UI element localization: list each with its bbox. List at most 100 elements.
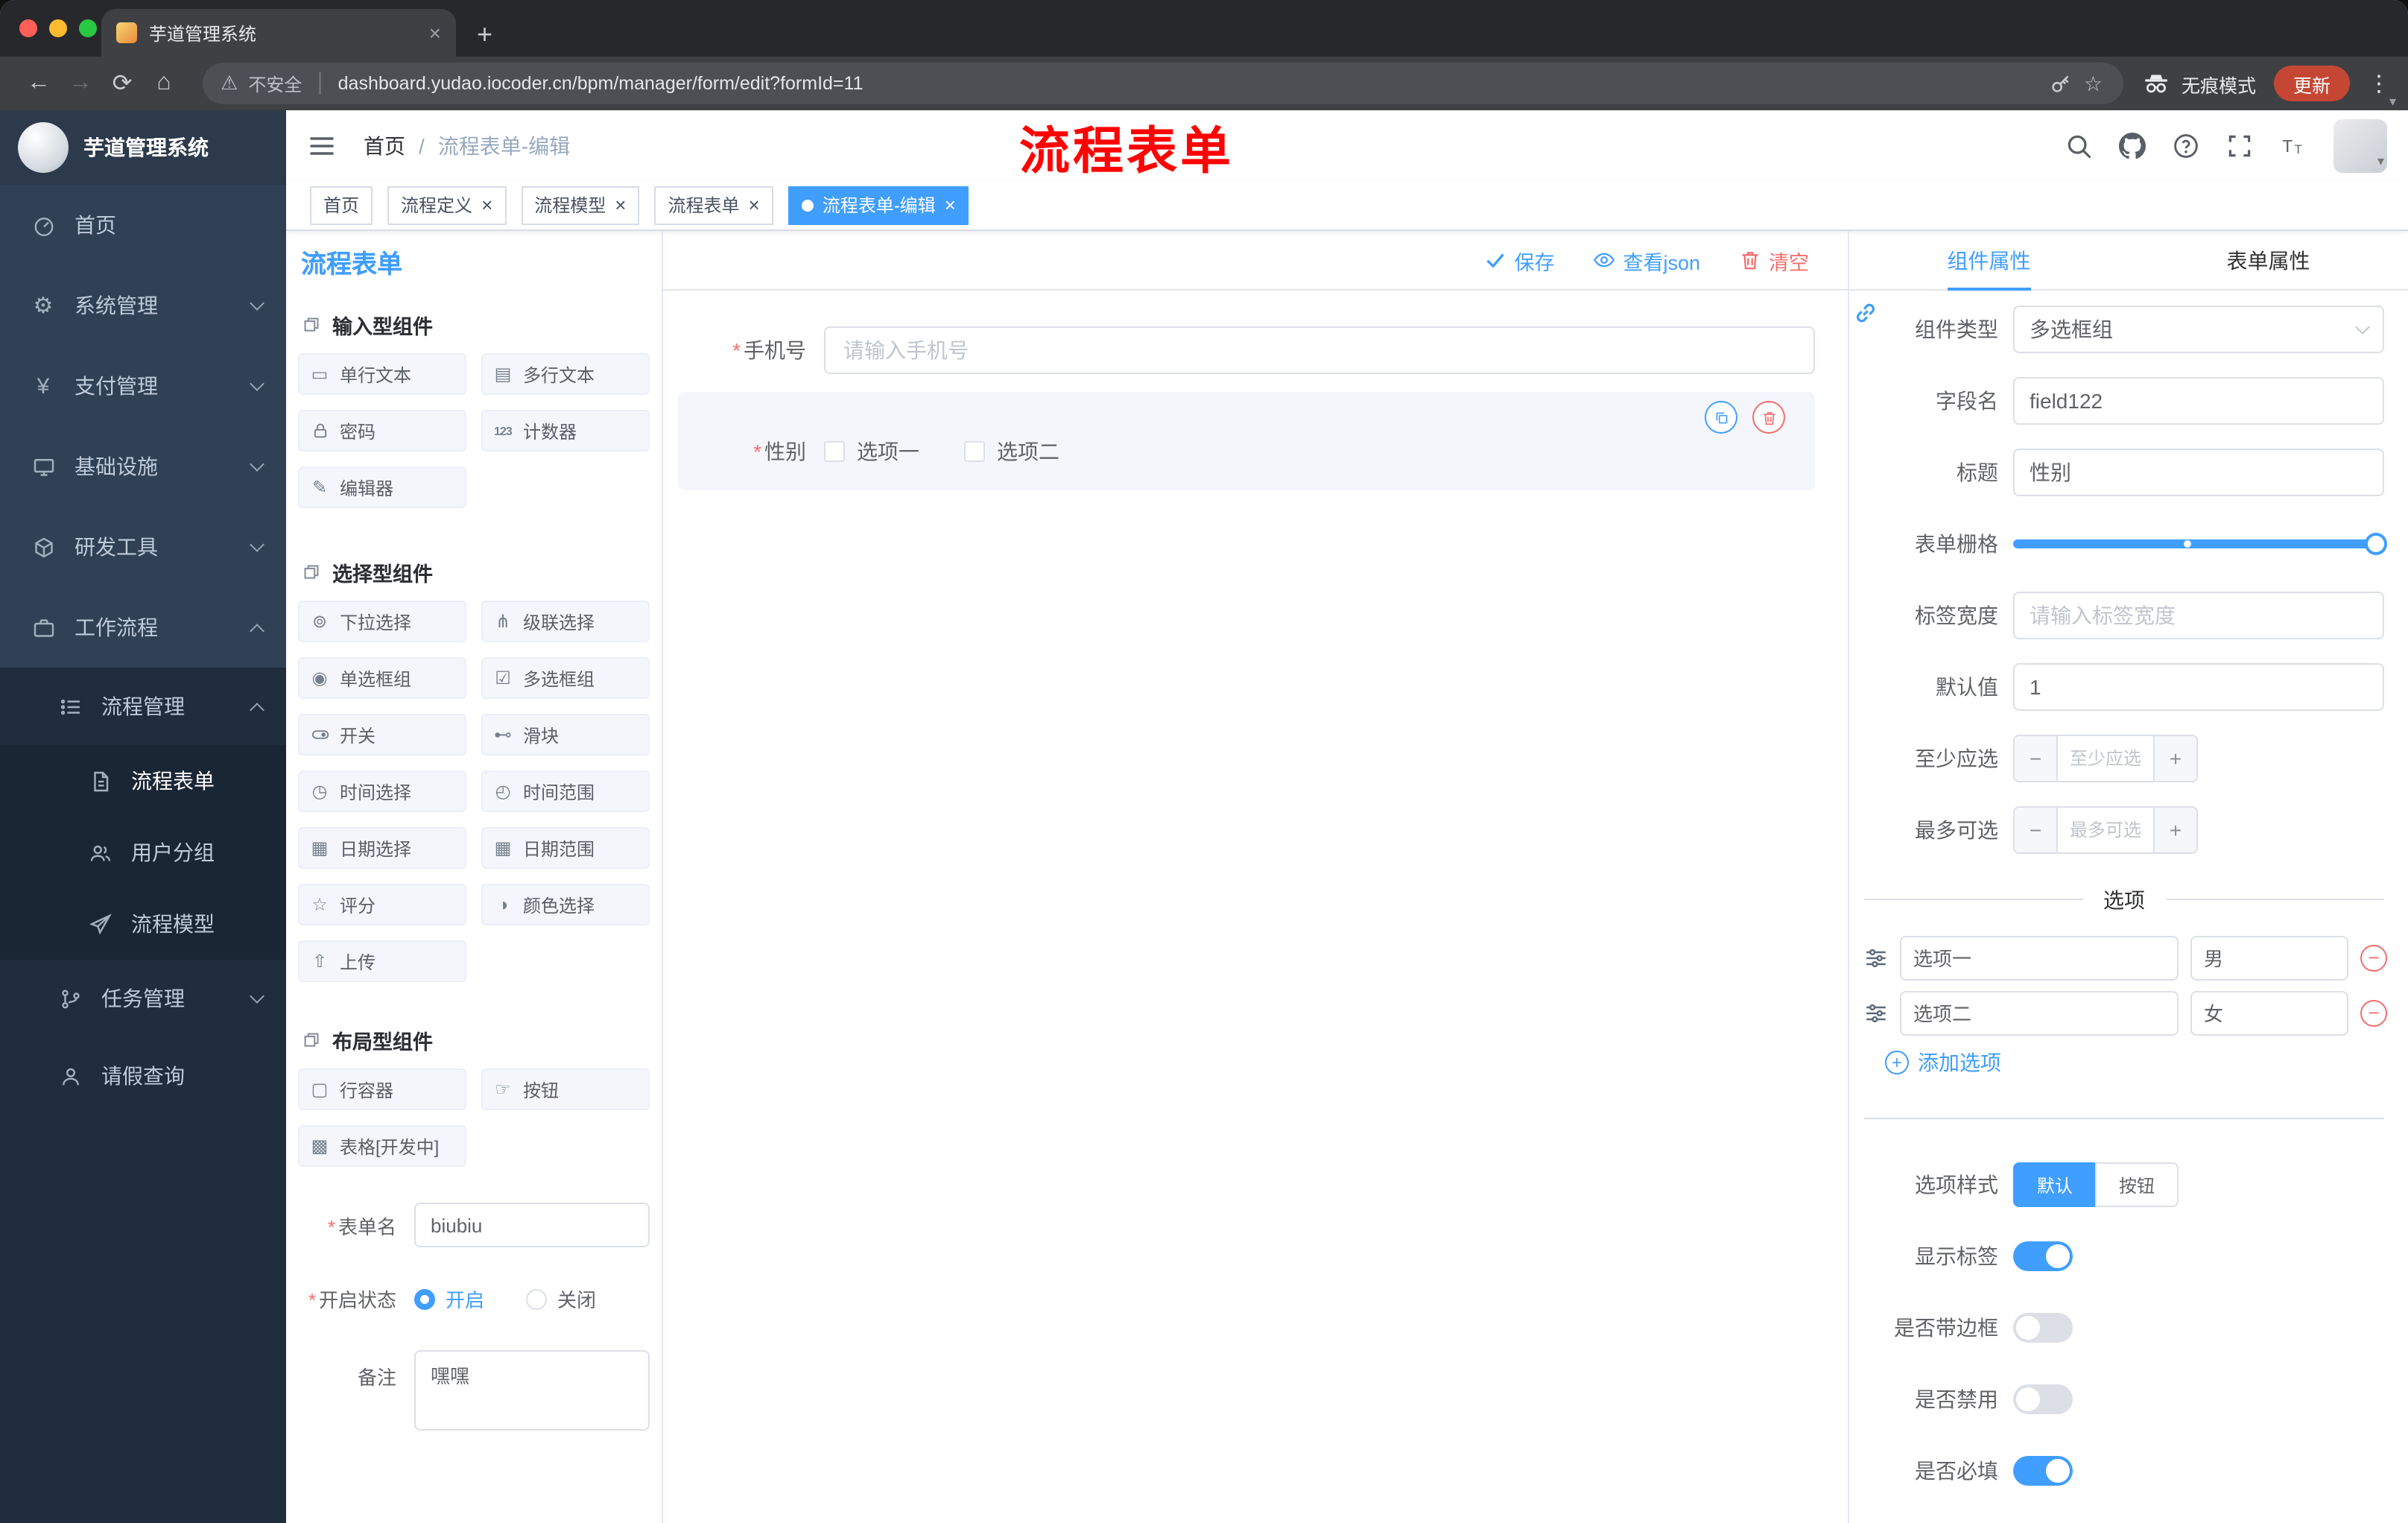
component-chip-date-picker[interactable]: ▦ 日期选择	[298, 827, 466, 869]
style-button-button[interactable]: 按钮	[2095, 1162, 2179, 1207]
component-chip-multiline[interactable]: ▤ 多行文本	[481, 353, 650, 395]
tag-close-icon[interactable]: ×	[749, 194, 760, 216]
sidebar-item-process-model[interactable]: 流程模型	[0, 888, 286, 960]
field-name-input[interactable]	[2013, 377, 2384, 425]
bookmark-star-icon[interactable]: ☆	[2084, 71, 2103, 96]
tag-process-definition[interactable]: 流程定义 ×	[387, 186, 507, 224]
sidebar-item-workflow[interactable]: 工作流程	[0, 587, 286, 668]
sidebar-item-home[interactable]: 首页	[0, 185, 286, 265]
label-width-input[interactable]	[2013, 592, 2384, 639]
tag-close-icon[interactable]: ×	[615, 194, 626, 216]
field-gender-selected[interactable]: * 性别 选项一 选项二	[678, 392, 1815, 490]
minimize-window-button[interactable]	[49, 19, 67, 37]
stepper-decrease-button[interactable]: −	[2015, 808, 2058, 852]
remove-option-button[interactable]: −	[2360, 944, 2387, 971]
option-value-input[interactable]	[2190, 990, 2348, 1035]
component-chip-time-picker[interactable]: ◷ 时间选择	[298, 770, 466, 812]
forward-button[interactable]: →	[60, 70, 101, 97]
form-grid-slider[interactable]	[2013, 520, 2387, 568]
component-chip-switch[interactable]: 开关	[298, 714, 466, 756]
sidebar-item-leave-query[interactable]: 请假查询	[0, 1037, 286, 1115]
password-key-icon[interactable]	[2050, 72, 2073, 95]
stepper-increase-button[interactable]: +	[2153, 808, 2196, 852]
breadcrumb-home[interactable]: 首页	[364, 130, 405, 160]
component-chip-table[interactable]: ▩ 表格[开发中]	[298, 1125, 466, 1167]
copy-item-button[interactable]	[1705, 401, 1737, 434]
form-remark-textarea[interactable]: 嘿嘿	[414, 1350, 650, 1431]
font-size-icon[interactable]	[2280, 132, 2307, 159]
fullscreen-icon[interactable]	[2226, 132, 2253, 159]
component-chip-button[interactable]: ☞ 按钮	[481, 1068, 650, 1110]
component-chip-row-container[interactable]: ▢ 行容器	[298, 1068, 466, 1110]
default-value-input[interactable]	[2013, 663, 2384, 711]
save-button[interactable]: 保存	[1484, 245, 1554, 275]
address-bar[interactable]: ⚠ 不安全 | dashboard.yudao.iocoder.cn/bpm/m…	[203, 63, 2123, 104]
field-phone[interactable]: * 手机号	[678, 326, 1815, 374]
tag-process-model[interactable]: 流程模型 ×	[521, 186, 640, 224]
sidebar-item-infra[interactable]: 基础设施	[0, 426, 286, 507]
component-chip-checkbox-group[interactable]: ☑ 多选框组	[481, 657, 650, 699]
tag-close-icon[interactable]: ×	[945, 194, 956, 216]
tag-close-icon[interactable]: ×	[481, 194, 492, 216]
sidebar-item-devtool[interactable]: 研发工具	[0, 507, 286, 587]
sidebar-item-payment[interactable]: ¥ 支付管理	[0, 346, 286, 426]
sidebar-item-task-mgmt[interactable]: 任务管理	[0, 960, 286, 1037]
component-type-select[interactable]: 多选框组	[2013, 305, 2384, 353]
hamburger-icon[interactable]	[307, 130, 337, 160]
delete-item-button[interactable]	[1752, 401, 1785, 434]
tab-component-props[interactable]: 组件属性	[1849, 231, 2129, 289]
browser-menu-icon[interactable]: ⋮	[2368, 70, 2390, 97]
back-button[interactable]: ←	[18, 70, 60, 97]
component-chip-singleline[interactable]: ▭ 单行文本	[298, 353, 466, 395]
slider-handle[interactable]	[2365, 533, 2387, 555]
title-input[interactable]	[2013, 449, 2384, 496]
component-chip-time-range[interactable]: ◴ 时间范围	[481, 770, 650, 812]
sidebar-item-user-group[interactable]: 用户分组	[0, 817, 286, 888]
drag-handle-icon[interactable]	[1864, 946, 1888, 969]
avatar[interactable]: ▾	[2333, 118, 2387, 172]
link-icon[interactable]	[1852, 300, 1879, 326]
view-json-button[interactable]: 查看json	[1593, 245, 1700, 275]
add-option-button[interactable]: + 添加选项	[1849, 1040, 2408, 1085]
clear-button[interactable]: 清空	[1739, 245, 1809, 275]
radio-open[interactable]: 开启	[414, 1285, 484, 1313]
component-chip-radio-group[interactable]: ◉ 单选框组	[298, 657, 466, 699]
component-chip-select[interactable]: ⊚ 下拉选择	[298, 601, 466, 642]
update-button[interactable]: 更新	[2273, 66, 2350, 101]
stepper-increase-button[interactable]: +	[2153, 736, 2196, 781]
required-toggle[interactable]	[2013, 1456, 2073, 1486]
sidebar-item-process-mgmt[interactable]: 流程管理	[0, 668, 286, 745]
tag-process-form[interactable]: 流程表单 ×	[654, 186, 773, 224]
component-chip-counter[interactable]: 123 计数器	[481, 410, 650, 452]
help-icon[interactable]	[2173, 132, 2199, 159]
phone-input[interactable]	[824, 326, 1815, 374]
tag-process-form-edit[interactable]: 流程表单-编辑 ×	[788, 186, 969, 224]
remove-option-button[interactable]: −	[2360, 999, 2387, 1026]
github-icon[interactable]	[2119, 132, 2146, 159]
tag-home[interactable]: 首页	[310, 186, 373, 224]
sidebar-item-system[interactable]: ⚙ 系统管理	[0, 265, 286, 346]
component-chip-rate[interactable]: ☆ 评分	[298, 884, 466, 925]
sidebar-logo[interactable]: 芋道管理系统	[0, 110, 286, 185]
drag-handle-icon[interactable]	[1864, 1001, 1888, 1025]
zoom-window-button[interactable]	[79, 19, 97, 37]
radio-closed[interactable]: 关闭	[526, 1285, 596, 1313]
style-default-button[interactable]: 默认	[2013, 1162, 2097, 1207]
min-select-input[interactable]	[2058, 736, 2153, 781]
component-chip-cascader[interactable]: ⋔ 级联选择	[481, 601, 650, 642]
option-label-input[interactable]	[1900, 990, 2179, 1035]
tab-form-props[interactable]: 表单属性	[2129, 231, 2408, 289]
show-label-toggle[interactable]	[2013, 1241, 2073, 1271]
stepper-decrease-button[interactable]: −	[2015, 736, 2058, 781]
component-chip-editor[interactable]: ✎ 编辑器	[298, 466, 466, 508]
form-name-input[interactable]	[414, 1203, 650, 1247]
search-icon[interactable]	[2065, 132, 2092, 159]
option-value-input[interactable]	[2190, 935, 2348, 980]
browser-tab[interactable]: 芋道管理系统 ×	[101, 9, 456, 57]
border-toggle[interactable]	[2013, 1313, 2073, 1343]
reload-button[interactable]: ⟳	[101, 69, 143, 98]
home-button[interactable]: ⌂	[143, 70, 185, 97]
checkbox-option-1[interactable]: 选项一	[824, 437, 919, 466]
component-chip-color-picker[interactable]: ◑ 颜色选择	[481, 884, 650, 925]
close-window-button[interactable]	[19, 19, 37, 37]
